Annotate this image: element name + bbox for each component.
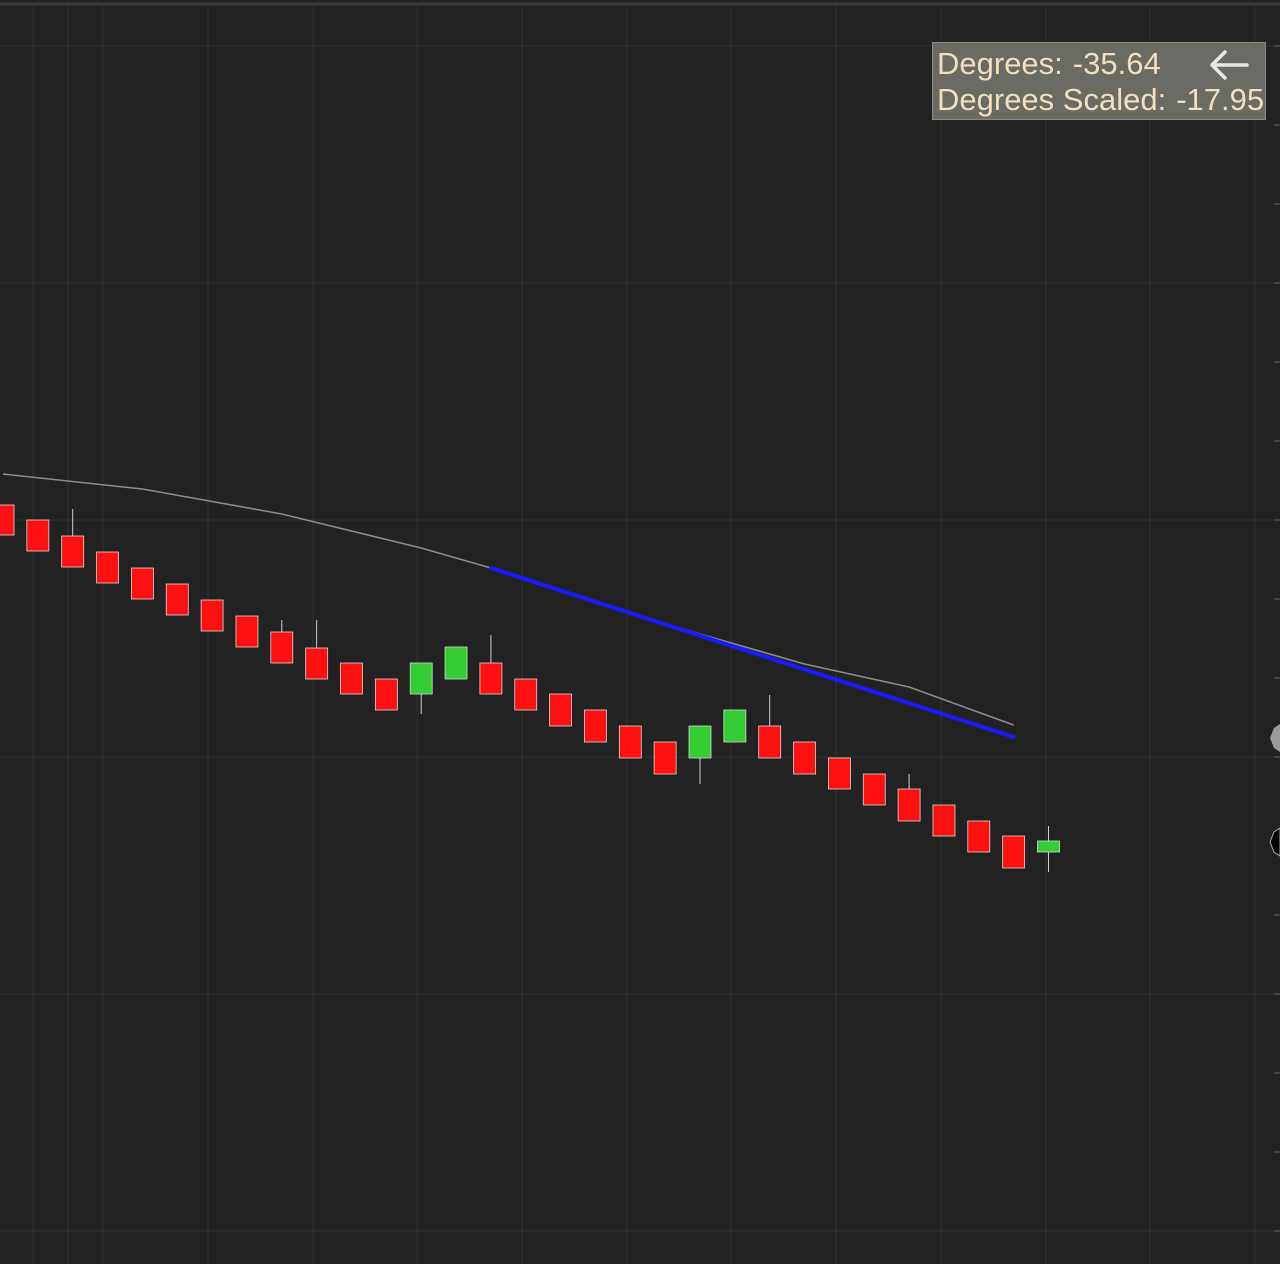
candlestick-chart[interactable] [0,0,1280,1264]
candle-down [828,757,851,790]
candles-layer [0,504,1060,872]
candle-down [932,804,956,837]
candle-down [96,551,119,584]
degrees-label: Degrees: [937,46,1063,81]
candle-down [618,725,642,759]
candle-down [1002,835,1026,869]
candle-down [165,583,189,616]
candle-down [61,535,85,568]
candle-down [653,741,677,775]
candle-down [584,709,607,743]
degrees-readout: Degrees: -35.64 Degrees Scaled: -17.95 [932,42,1266,120]
candle-up [444,646,468,680]
candle-down [514,678,538,711]
candle-down [200,599,224,632]
degrees-scaled-label: Degrees Scaled: [937,82,1167,117]
candle-up [409,662,433,695]
candle-down [26,519,50,552]
candle-down [758,725,782,759]
chart-area[interactable]: Degrees: -35.64 Degrees Scaled: -17.95 [0,0,1280,1264]
candle-down [549,693,572,727]
candle-down [374,678,398,711]
candle-down [340,662,363,695]
candle-down [235,615,259,648]
price-markers [1269,724,1280,857]
trend-price-marker [1270,724,1280,752]
candle-up [723,709,747,743]
candle-down [862,773,886,806]
grid [0,2,1280,1264]
candle-down [967,820,991,853]
candle-down [897,788,921,822]
degrees-value: -35.64 [1072,46,1161,81]
candle-down [270,631,294,664]
candle-up [688,725,712,759]
candle-down [305,647,329,680]
candle-down [0,504,15,536]
arrow-left-icon[interactable] [1207,47,1251,91]
candle-down [130,567,154,600]
last-price-marker [1269,827,1280,857]
candle-up [1037,840,1060,853]
candle-down [793,741,816,775]
candle-down [479,662,503,695]
